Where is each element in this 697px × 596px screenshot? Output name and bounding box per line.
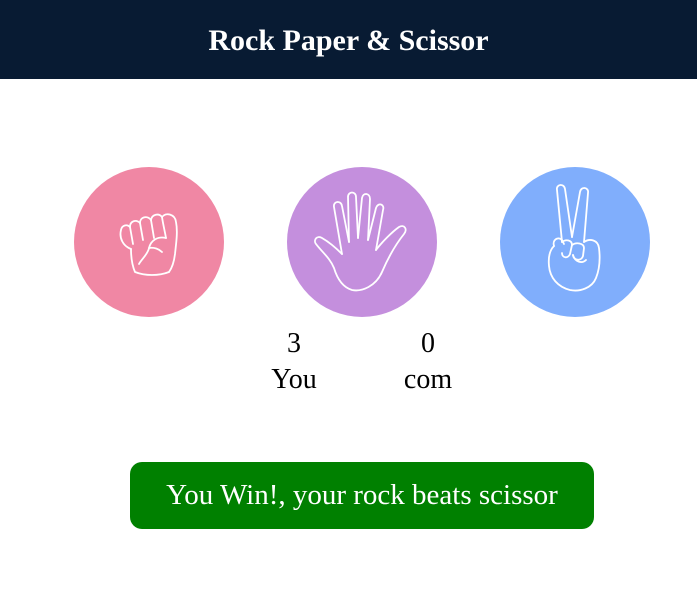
page-title: Rock Paper & Scissor bbox=[208, 23, 489, 57]
scissor-hand-icon bbox=[540, 182, 610, 302]
app-header: Rock Paper & Scissor bbox=[0, 0, 697, 79]
computer-score: 0 com bbox=[383, 326, 473, 398]
scissor-choice-button[interactable] bbox=[500, 167, 650, 317]
user-score-label: You bbox=[271, 364, 317, 395]
rock-fist-icon bbox=[109, 202, 189, 282]
paper-choice-button[interactable] bbox=[287, 167, 437, 317]
user-score: 3 You bbox=[249, 326, 339, 398]
rock-choice-button[interactable] bbox=[74, 167, 224, 317]
computer-score-label: com bbox=[403, 364, 453, 395]
result-message: You Win!, your rock beats scissor bbox=[130, 462, 594, 529]
computer-score-value: 0 bbox=[421, 328, 435, 359]
user-score-value: 3 bbox=[287, 328, 301, 359]
paper-hand-icon bbox=[312, 182, 412, 302]
